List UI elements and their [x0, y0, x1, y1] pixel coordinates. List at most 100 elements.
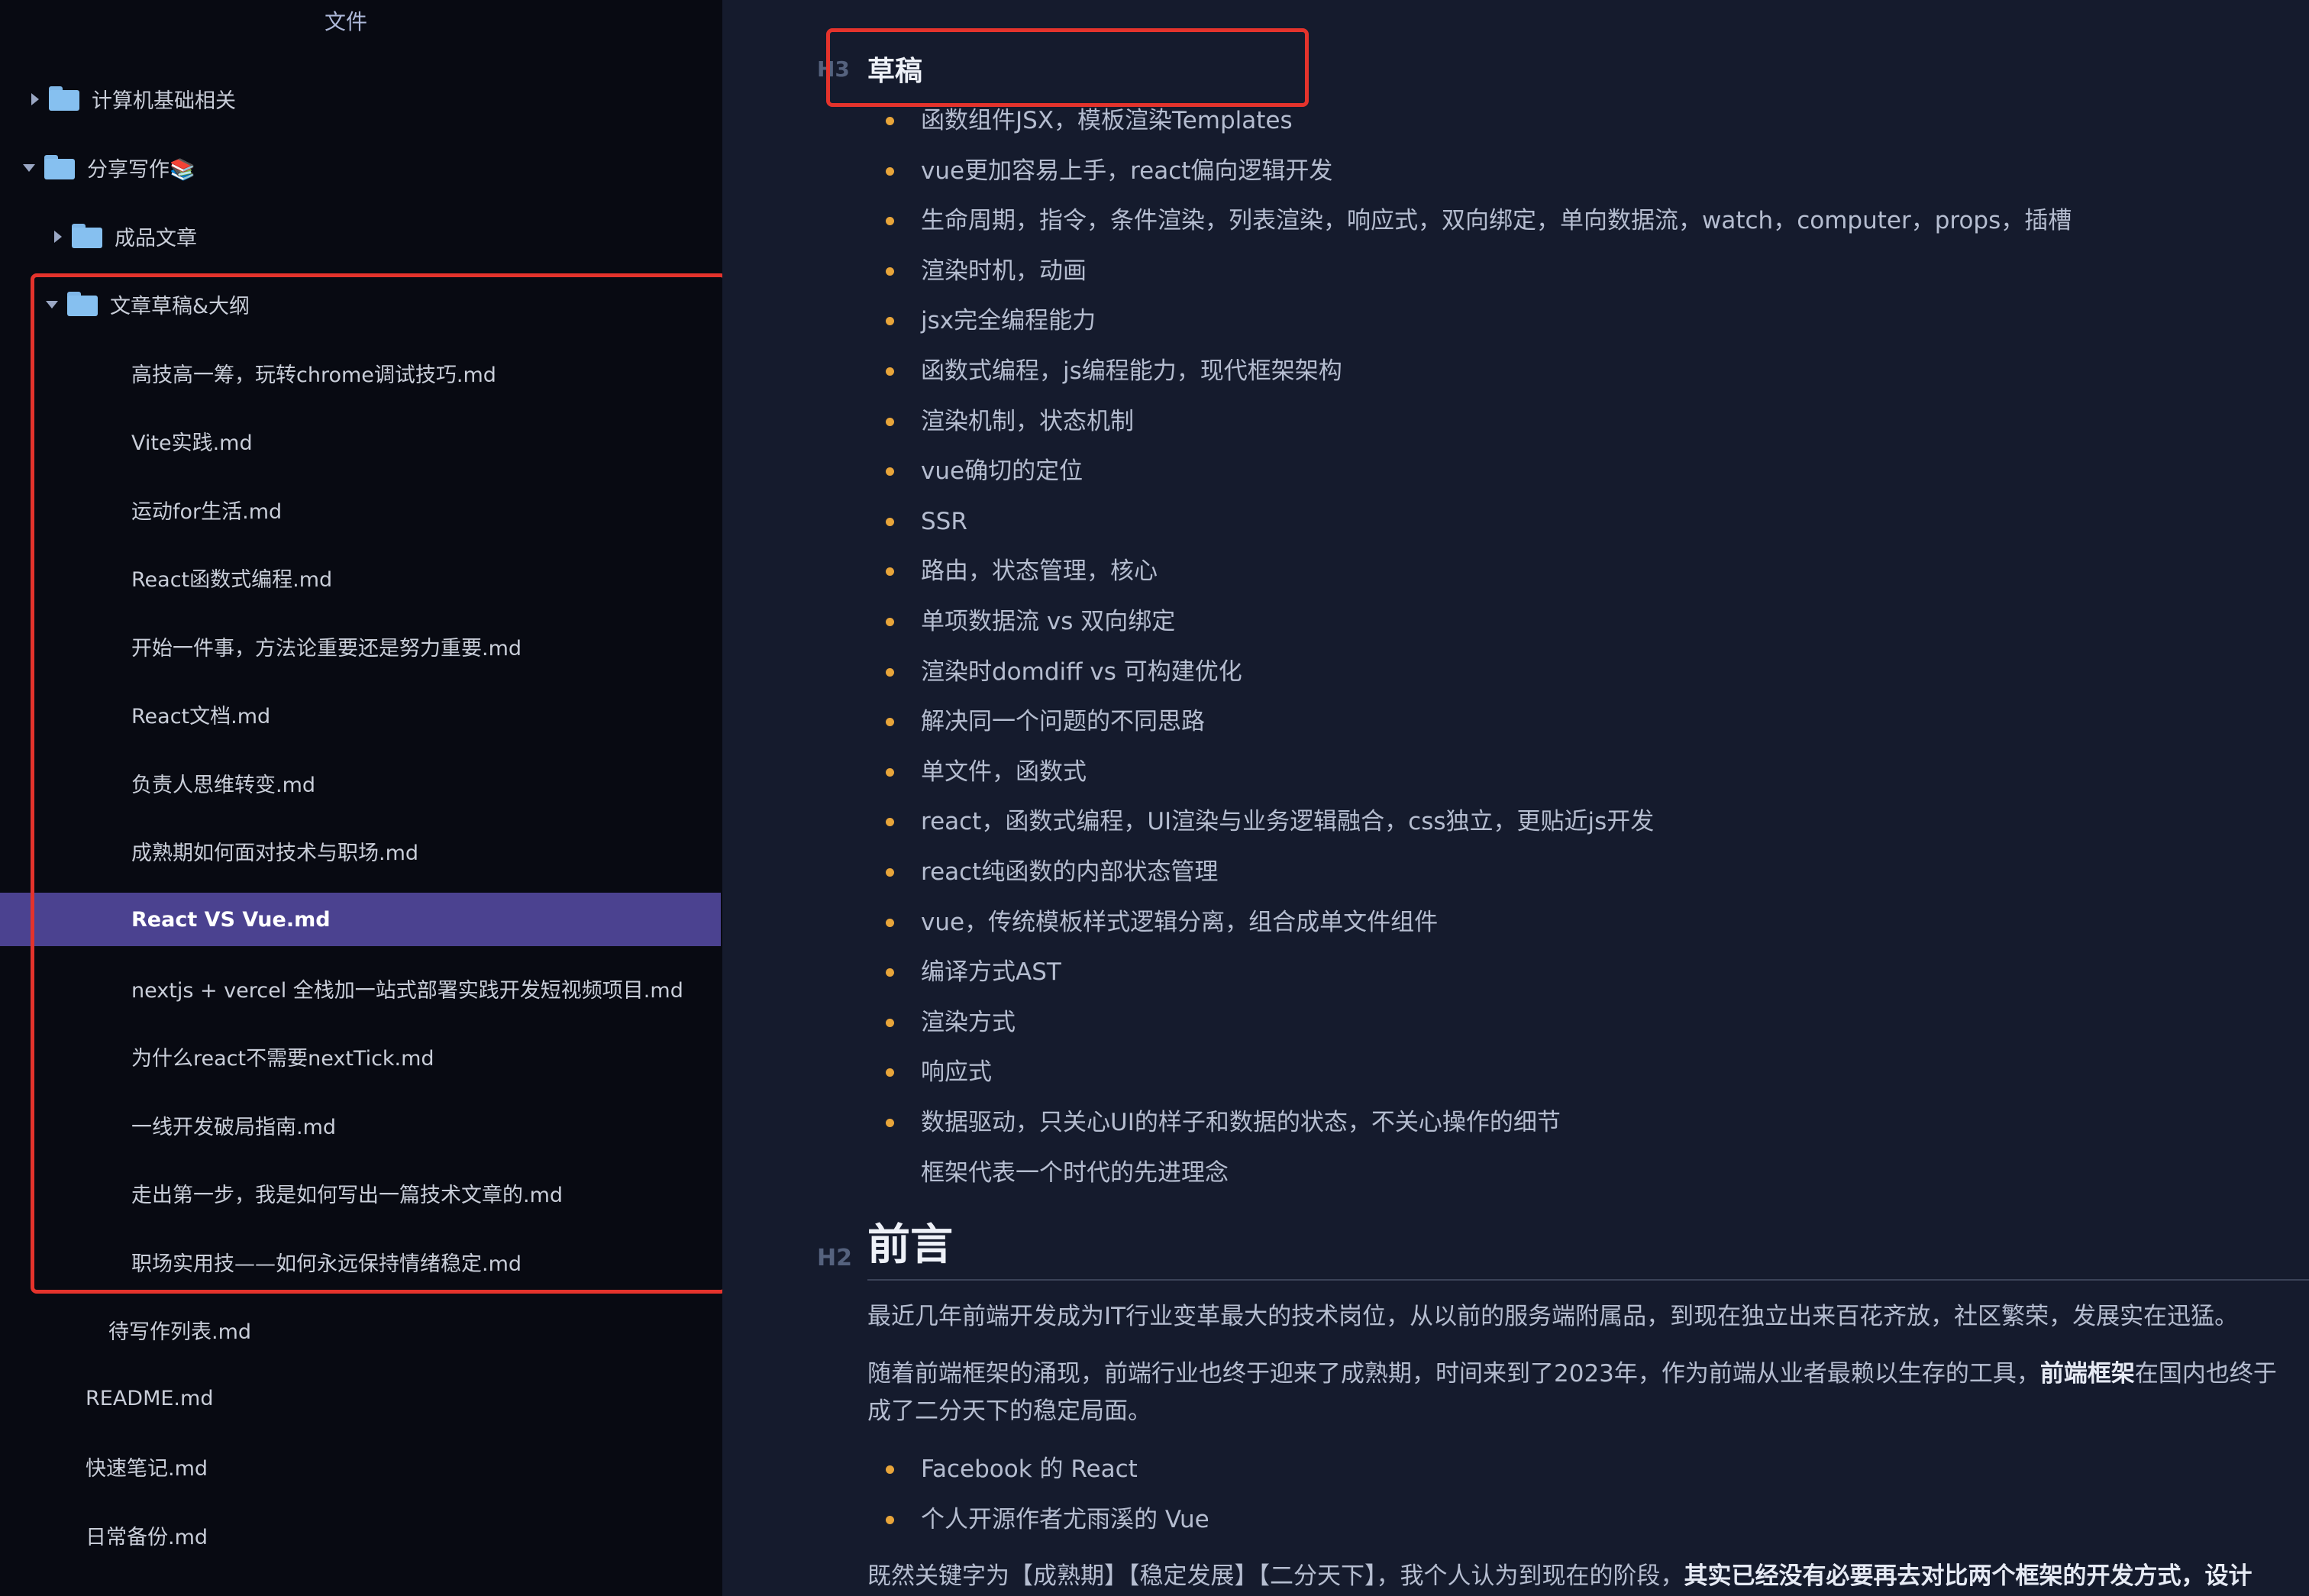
file-label: 运动for生活.md — [131, 499, 283, 524]
file-item[interactable]: React函数式编程.md — [0, 551, 722, 603]
folder-icon — [44, 155, 75, 179]
list-item-text: vue更加容易上手，react偏向逻辑开发 — [921, 157, 1333, 185]
folder-label: 分享写作📚 — [87, 157, 195, 182]
file-item[interactable]: 运动for生活.md — [0, 483, 722, 535]
chevron-right-icon[interactable] — [29, 93, 40, 105]
list-item: 响应式 — [886, 1057, 992, 1087]
paragraph-2-bold: 前端框架 — [2039, 1360, 2135, 1388]
bullet-dot-icon — [886, 417, 894, 426]
list-item: 个人开源作者尤雨溪的 Vue — [886, 1504, 1209, 1535]
list-item: react，函数式编程，UI渲染与业务逻辑融合，css独立，更贴近js开发 — [886, 806, 1654, 837]
heading-preface: 前言 — [867, 1220, 953, 1270]
folder-finished-articles[interactable]: 成品文章 — [0, 210, 722, 262]
file-label: Vite实践.md — [131, 431, 253, 455]
chevron-right-icon[interactable] — [52, 231, 63, 243]
chevron-down-icon[interactable] — [23, 162, 35, 173]
file-label: nextjs + vercel 全栈加一站式部署实践开发短视频项目.md — [131, 978, 683, 1003]
file-label: 负责人思维转变.md — [131, 773, 316, 797]
list-item: 解决同一个问题的不同思路 — [886, 706, 1205, 737]
bullet-dot-icon — [886, 166, 894, 176]
list-item-text: 单文件，函数式 — [921, 758, 1087, 786]
file-item[interactable]: Vite实践.md — [0, 415, 722, 467]
file-label: 为什么react不需要nextTick.md — [131, 1046, 434, 1071]
bullet-dot-icon — [886, 267, 894, 276]
file-item[interactable]: 一线开发破局指南.md — [0, 1099, 722, 1151]
file-item[interactable]: 待写作列表.md — [0, 1304, 722, 1355]
heading-level-badge-h3: H3 — [817, 57, 850, 82]
list-continuation-line: 框架代表一个时代的先进理念 — [921, 1159, 1229, 1187]
file-item[interactable]: React文档.md — [0, 688, 722, 740]
list-item-text: 渲染机制，状态机制 — [921, 407, 1134, 435]
file-item[interactable]: 快速笔记.md — [0, 1440, 722, 1492]
bullet-dot-icon — [886, 117, 894, 125]
file-item[interactable]: nextjs + vercel 全栈加一站式部署实践开发短视频项目.md — [0, 962, 722, 1014]
list-item: vue更加容易上手，react偏向逻辑开发 — [886, 156, 1333, 186]
file-label: React VS Vue.md — [131, 907, 331, 932]
list-item-text: 函数组件JSX，模板渲染Templates — [921, 107, 1293, 134]
file-label: 职场实用技——如何永远保持情绪稳定.md — [131, 1252, 522, 1276]
list-item: vue，传统模板样式逻辑分离，组合成单文件组件 — [886, 907, 1438, 938]
folder-label: 计算机基础相关 — [92, 89, 236, 113]
list-item: 单项数据流 vs 双向绑定 — [886, 606, 1176, 637]
folder-computer-basics[interactable]: 计算机基础相关 — [0, 73, 722, 124]
bullet-dot-icon — [886, 618, 894, 626]
list-item-text: 单项数据流 vs 双向绑定 — [921, 608, 1176, 635]
file-item[interactable]: README.md — [0, 1372, 722, 1424]
bullet-dot-icon — [886, 968, 894, 977]
list-item-text: 编译方式AST — [921, 958, 1061, 987]
list-item: jsx完全编程能力 — [886, 305, 1096, 336]
file-item[interactable]: 成熟期如何面对技术与职场.md — [0, 825, 722, 877]
file-label: 快速笔记.md — [86, 1456, 208, 1481]
bullet-dot-icon — [886, 517, 894, 526]
file-item[interactable]: 职场实用技——如何永远保持情绪稳定.md — [0, 1236, 722, 1287]
bullet-dot-icon — [886, 818, 894, 827]
markdown-editor[interactable]: H3 草稿 函数组件JSX，模板渲染Templates vue更加容易上手，rea… — [722, 0, 2309, 1596]
bullet-dot-icon — [886, 367, 894, 376]
list-item-text: 路由，状态管理，核心 — [921, 557, 1158, 586]
list-item: 单文件，函数式 — [886, 757, 1087, 787]
file-item[interactable]: 负责人思维转变.md — [0, 757, 722, 809]
paragraph-3: 既然关键字为【成熟期】【稳定发展】【二分天下】，我个人认为到现在的阶段，其实已经… — [867, 1558, 2252, 1594]
bullet-dot-icon — [886, 567, 894, 577]
file-item[interactable]: 日常备份.md — [0, 1509, 722, 1561]
bullet-dot-icon — [886, 868, 894, 877]
folder-share-writing[interactable]: 分享写作📚 — [0, 141, 722, 193]
file-label: React函数式编程.md — [131, 567, 333, 592]
list-item: Facebook 的 React — [886, 1454, 1138, 1485]
file-item[interactable]: 开始一件事，方法论重要还是努力重要.md — [0, 620, 722, 672]
file-item[interactable]: 高技高一筹，玩转chrome调试技巧.md — [0, 347, 722, 399]
file-label: 走出第一步，我是如何写出一篇技术文章的.md — [131, 1183, 564, 1207]
sidebar-title: 文件 — [324, 9, 367, 34]
list-item-text: 响应式 — [921, 1058, 992, 1087]
folder-label: 文章草稿&大纲 — [110, 294, 250, 318]
list-item: 函数式编程，js编程能力，现代框架架构 — [886, 356, 1342, 386]
list-item-text: 个人开源作者尤雨溪的 Vue — [921, 1505, 1209, 1533]
list-item-text: SSR — [921, 507, 967, 535]
file-label: 一线开发破局指南.md — [131, 1115, 337, 1139]
folder-icon — [67, 292, 98, 316]
bullet-dot-icon — [886, 1119, 894, 1127]
list-item-text: 生命周期，指令，条件渲染，列表渲染，响应式，双向绑定，单向数据流，watch，c… — [921, 207, 2072, 235]
file-label: 待写作列表.md — [108, 1320, 252, 1344]
paragraph-2-text-tail: 在国内也终于 — [2134, 1360, 2277, 1388]
bullet-dot-icon — [886, 217, 894, 226]
bullet-dot-icon — [886, 918, 894, 927]
file-item[interactable]: 走出第一步，我是如何写出一篇技术文章的.md — [0, 1167, 722, 1219]
file-label: 高技高一筹，玩转chrome调试技巧.md — [131, 363, 496, 387]
list-item-text: Facebook 的 React — [921, 1455, 1138, 1483]
list-item: 渲染方式 — [886, 1007, 1016, 1038]
list-item-text: 渲染时机，动画 — [921, 257, 1087, 285]
heading-draft: 草稿 — [867, 56, 923, 87]
folder-drafts-outline[interactable]: 文章草稿&大纲 — [0, 278, 722, 330]
file-item[interactable]: 为什么react不需要nextTick.md — [0, 1030, 722, 1082]
folder-icon — [72, 224, 102, 248]
file-item-selected[interactable]: React VS Vue.md — [0, 893, 721, 946]
heading-divider — [867, 1279, 2309, 1281]
list-item: 数据驱动，只关心UI的样子和数据的状态，不关心操作的细节 — [886, 1107, 1561, 1138]
bullet-dot-icon — [886, 317, 894, 326]
list-item: react纯函数的内部状态管理 — [886, 857, 1218, 887]
list-item-text: 解决同一个问题的不同思路 — [921, 708, 1205, 736]
list-item-text: 渲染时domdiff vs 可构建优化 — [921, 657, 1242, 686]
list-item-text: 数据驱动，只关心UI的样子和数据的状态，不关心操作的细节 — [921, 1109, 1561, 1136]
chevron-down-icon[interactable] — [46, 299, 58, 309]
